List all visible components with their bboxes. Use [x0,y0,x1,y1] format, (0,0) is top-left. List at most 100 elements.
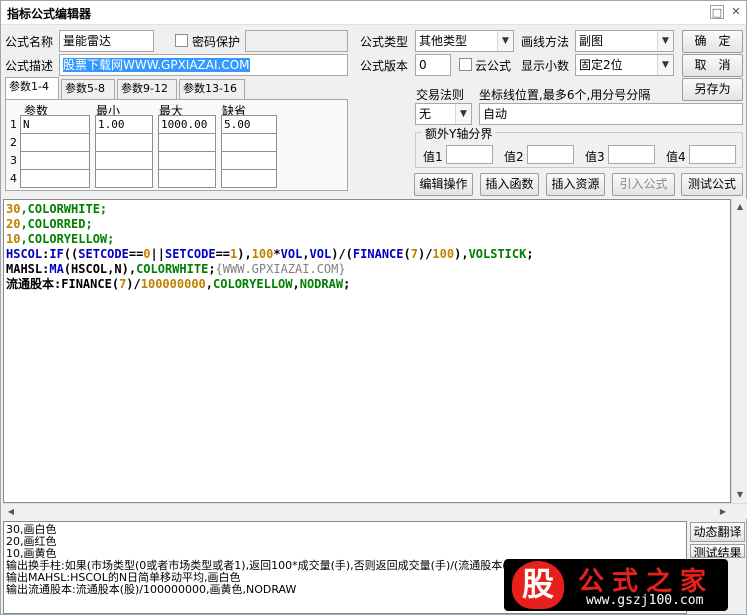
scroll-down-icon[interactable]: ▼ [732,487,747,503]
formula-name-label: 公式名称 [5,35,54,49]
code-token: SETCODE [78,247,129,261]
code-token: == [128,247,144,261]
y4-input[interactable] [689,145,736,164]
scroll-up-icon[interactable]: ▲ [732,199,747,215]
y1-input[interactable] [446,145,493,164]
param-row-index: 2 [10,136,17,149]
formula-name-input[interactable]: 量能雷达 [59,30,154,52]
formula-version-input[interactable]: 0 [415,54,451,76]
code-token: FINANCE [61,277,112,291]
param-max-cell[interactable] [158,151,216,170]
code-token: COLORYELLOW [213,277,293,291]
formula-desc-label: 公式描述 [5,59,54,73]
import-formula-button[interactable]: 引入公式 [612,173,675,196]
param-default-cell[interactable] [221,169,277,188]
code-token: 流通股本 [6,277,55,291]
param-min-cell[interactable] [95,151,153,170]
params-panel: 参数 最小 最大 缺省 1 N 1.00 1000.00 5.00 2 3 4 [5,99,348,191]
code-token: , [292,277,300,291]
code-token: VOL [309,247,332,261]
code-editor[interactable]: 30,COLORWHITE; 20,COLORRED; 10,COLORYELLOW… [3,199,731,503]
code-line: HSCOL:IF((SETCODE==0||SETCODE==1),100*VO… [6,247,534,262]
editor-hscrollbar[interactable]: ◀ ▶ [3,503,747,519]
param-max-cell[interactable] [158,169,216,188]
code-token: NODRAW [299,277,344,291]
test-result-button[interactable]: 测试结果 [690,544,745,558]
formula-desc-input[interactable]: 股票下载网WWW.GPXIAZAI.COM [59,54,348,76]
code-line: 30,COLORWHITE; [6,202,107,217]
code-token: SETCODE [164,247,216,261]
close-icon[interactable]: ✕ [729,5,743,19]
code-token: || [150,247,165,261]
cloud-formula-checkbox[interactable] [459,58,472,71]
output-line: 输出流通股本:流通股本(股)/100000000,画黄色,NODRAW [6,583,297,596]
trade-rule-select[interactable]: 无 ▼ [415,103,472,125]
formula-type-select[interactable]: 其他类型 ▼ [415,30,514,52]
window-title: 指标公式编辑器 [7,7,92,21]
insert-function-button[interactable]: 插入函数 [480,173,539,196]
password-checkbox[interactable] [175,34,188,47]
param-name-cell[interactable] [20,133,90,152]
code-token: ), [454,247,469,261]
logo-mark: 股 [512,561,564,609]
y3-input[interactable] [608,145,655,164]
code-token: ), [237,247,252,261]
param-max-cell[interactable] [158,133,216,152]
tab-params-5-8[interactable]: 参数5-8 [61,79,115,99]
code-token: , [302,247,310,261]
password-input[interactable] [245,30,348,52]
param-max-cell[interactable]: 1000.00 [158,115,216,134]
code-token: 10 [6,232,21,246]
editor-vscrollbar[interactable]: ▲ ▼ [731,199,747,503]
code-token: ; [526,247,534,261]
param-min-cell[interactable]: 1.00 [95,115,153,134]
chevron-down-icon: ▼ [657,31,673,51]
ok-button[interactable]: 确 定 [682,30,743,53]
decimal-value: 固定2位 [579,58,623,72]
code-token: ( [403,247,411,261]
draw-method-value: 副图 [579,34,604,48]
y4-label: 值4 [666,150,686,164]
param-name-cell[interactable] [20,151,90,170]
title-bar: 指标公式编辑器 □ ✕ [1,1,746,25]
code-token: 30 [6,202,21,216]
draw-method-select[interactable]: 副图 ▼ [575,30,674,52]
param-name-cell[interactable] [20,169,90,188]
decimal-select[interactable]: 固定2位 ▼ [575,54,674,76]
code-token: 0 [143,247,151,261]
param-default-cell[interactable] [221,133,277,152]
code-token: == [215,247,231,261]
param-default-cell[interactable]: 5.00 [221,115,277,134]
code-token: ; [208,262,216,276]
password-label: 密码保护 [192,35,241,49]
formula-type-label: 公式类型 [360,35,409,49]
y2-input[interactable] [527,145,574,164]
tab-params-13-16[interactable]: 参数13-16 [179,79,245,99]
code-token: HSCOL [6,247,43,261]
dynamic-translate-button[interactable]: 动态翻译 [690,522,745,542]
save-as-button[interactable]: 另存为 [682,78,743,101]
code-token: COLORWHITE [136,262,209,276]
scroll-right-icon[interactable]: ▶ [715,504,731,520]
cancel-button[interactable]: 取 消 [682,54,743,77]
site-watermark: 股 公式之家 www.gszj100.com [504,559,728,611]
param-row-index: 3 [10,154,17,167]
param-min-cell[interactable] [95,169,153,188]
code-token: )/ [417,247,433,261]
code-token: MA [49,262,64,276]
tab-params-1-4[interactable]: 参数1-4 [5,77,59,100]
code-line: 10,COLORYELLOW; [6,232,114,247]
scroll-left-icon[interactable]: ◀ [3,504,19,520]
restore-icon[interactable]: □ [710,5,724,19]
code-token: )/ [126,277,141,291]
code-token: FINANCE [352,247,404,261]
coord-input[interactable]: 自动 [479,103,743,125]
param-default-cell[interactable] [221,151,277,170]
tab-params-9-12[interactable]: 参数9-12 [117,79,177,99]
code-token: IF [49,247,64,261]
param-name-cell[interactable]: N [20,115,90,134]
test-formula-button[interactable]: 测试公式 [681,173,743,196]
insert-resource-button[interactable]: 插入资源 [546,173,605,196]
param-min-cell[interactable] [95,133,153,152]
edit-operation-button[interactable]: 编辑操作 [414,173,473,196]
